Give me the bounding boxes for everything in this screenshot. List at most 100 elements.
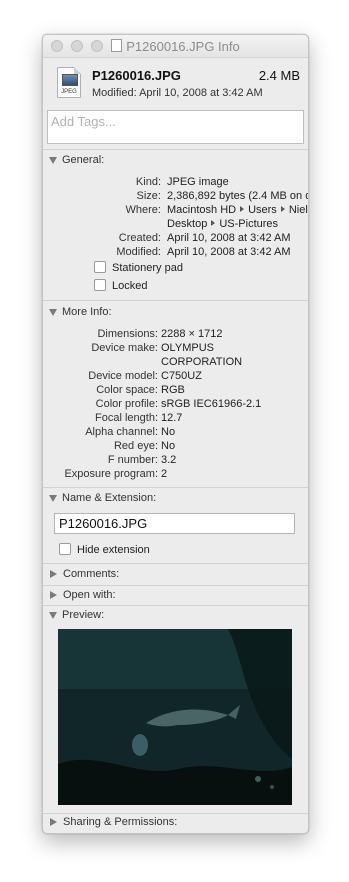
section-open-with-toggle[interactable]: Open with: <box>49 589 116 603</box>
info-value: 12.7 <box>161 412 183 424</box>
section-sharing-toggle[interactable]: Sharing & Permissions: <box>49 816 177 830</box>
path-arrow-icon <box>211 220 216 226</box>
preview-image <box>58 629 292 805</box>
modified-row: Modified: April 10, 2008 at 3:42 AM <box>43 245 308 259</box>
info-value: C750UZ <box>161 370 202 382</box>
page-fold <box>74 67 81 74</box>
hide-extension-label: Hide extension <box>77 544 150 556</box>
info-row: F number: 3.2 <box>43 453 308 467</box>
path-us-pictures: US-Pictures <box>219 218 279 230</box>
info-value: 2 <box>161 468 168 480</box>
info-key: F number: <box>107 454 158 466</box>
checkbox-icon[interactable] <box>94 279 106 291</box>
info-row: Dimensions: 2288 × 1712 <box>43 327 308 341</box>
file-name: P1260016.JPG <box>92 68 181 83</box>
info-value: OLYMPUS <box>161 342 214 354</box>
modified-key: Modified: <box>116 246 161 258</box>
path-arrow-icon <box>280 206 285 212</box>
created-key: Created: <box>118 232 161 244</box>
file-type-label: JPEG <box>61 89 77 95</box>
info-row: Red eye: No <box>43 439 308 453</box>
info-key: Dimensions: <box>97 328 158 340</box>
section-preview-label: Preview: <box>62 609 105 622</box>
size-value: 2,386,892 bytes (2.4 MB on disk) <box>167 190 308 202</box>
document-icon <box>111 39 123 52</box>
where-key: Where: <box>125 204 161 216</box>
locked-checkbox[interactable]: Locked <box>94 279 147 293</box>
info-key: Device make: <box>91 342 158 354</box>
path-users: Users <box>248 204 277 216</box>
info-value: CORPORATION <box>161 356 243 368</box>
thumbnail-glyph <box>62 74 78 86</box>
divider <box>43 300 308 301</box>
info-value: No <box>161 440 176 452</box>
disclosure-right-icon <box>50 591 57 600</box>
info-key: Color profile: <box>95 398 158 410</box>
section-general-toggle[interactable]: General: <box>49 154 104 168</box>
path-desktop: Desktop <box>167 218 208 230</box>
section-more-info-toggle[interactable]: More Info: <box>49 306 112 320</box>
info-key: Focal length: <box>95 412 158 424</box>
kind-key: Kind: <box>135 176 161 188</box>
created-row: Created: April 10, 2008 at 3:42 AM <box>43 231 308 245</box>
name-field[interactable]: P1260016.JPG <box>54 513 295 534</box>
disclosure-right-icon <box>50 570 57 579</box>
section-open-with-label: Open with: <box>63 589 116 602</box>
info-row: Exposure program: 2 <box>43 467 308 481</box>
info-key: Color space: <box>96 384 158 396</box>
tags-field[interactable]: Add Tags... <box>47 110 304 144</box>
section-name-extension-toggle[interactable]: Name & Extension: <box>49 492 156 506</box>
file-modified: Modified: April 10, 2008 at 3:42 AM <box>92 87 263 99</box>
info-value: sRGB IEC61966-2.1 <box>161 398 262 410</box>
section-preview-toggle[interactable]: Preview: <box>49 609 104 623</box>
info-window: P1260016.JPG Info JPEG P1260016.JPG 2.4 … <box>42 34 309 834</box>
disclosure-down-icon <box>49 156 57 164</box>
divider <box>43 585 308 586</box>
disclosure-down-icon <box>49 308 57 316</box>
where-value: Macintosh HD Users Niels <box>167 203 308 217</box>
where-row: Where: Macintosh HD Users Niels <box>43 203 308 217</box>
kind-row: Kind: JPEG image <box>43 175 308 189</box>
info-key: Exposure program: <box>64 468 158 480</box>
section-general-label: General: <box>62 154 105 167</box>
created-value: April 10, 2008 at 3:42 AM <box>167 232 291 244</box>
locked-label: Locked <box>112 280 148 292</box>
info-row: Focal length: 12.7 <box>43 411 308 425</box>
file-header: JPEG P1260016.JPG 2.4 MB Modified: April… <box>43 58 308 108</box>
info-value: No <box>161 426 176 438</box>
info-value: RGB <box>161 384 185 396</box>
checkbox-icon[interactable] <box>59 543 71 555</box>
title-bar[interactable]: P1260016.JPG Info <box>43 35 308 58</box>
section-comments-toggle[interactable]: Comments: <box>49 568 119 582</box>
divider <box>43 605 308 606</box>
hide-extension-checkbox[interactable]: Hide extension <box>59 543 150 557</box>
info-row: Color space: RGB <box>43 383 308 397</box>
kind-value: JPEG image <box>167 176 229 188</box>
path-arrow-icon <box>240 206 245 212</box>
divider <box>43 149 308 150</box>
section-name-extension-label: Name & Extension: <box>62 492 157 505</box>
info-row: CORPORATION <box>43 355 308 369</box>
where-row-cont: Desktop US-Pictures <box>43 217 308 231</box>
info-key: Alpha channel: <box>85 426 158 438</box>
path-niels: Niels <box>288 204 308 216</box>
section-comments-label: Comments: <box>63 568 120 581</box>
info-row: Device make: OLYMPUS <box>43 341 308 355</box>
divider <box>43 487 308 488</box>
divider <box>43 563 308 564</box>
size-key: Size: <box>136 190 161 202</box>
path-macintosh-hd: Macintosh HD <box>167 204 237 216</box>
divider <box>43 813 308 814</box>
size-row: Size: 2,386,892 bytes (2.4 MB on disk) <box>43 189 308 203</box>
disclosure-right-icon <box>50 818 57 827</box>
stationery-pad-checkbox[interactable]: Stationery pad <box>94 261 183 275</box>
info-row: Alpha channel: No <box>43 425 308 439</box>
checkbox-icon[interactable] <box>94 261 106 273</box>
section-more-info-label: More Info: <box>62 306 112 319</box>
info-value: 3.2 <box>161 454 177 466</box>
info-key: Device model: <box>88 370 158 382</box>
jpeg-file-icon: JPEG <box>57 67 81 98</box>
section-sharing-label: Sharing & Permissions: <box>63 816 178 829</box>
tags-placeholder: Add Tags... <box>51 114 116 129</box>
info-row: Device model: C750UZ <box>43 369 308 383</box>
